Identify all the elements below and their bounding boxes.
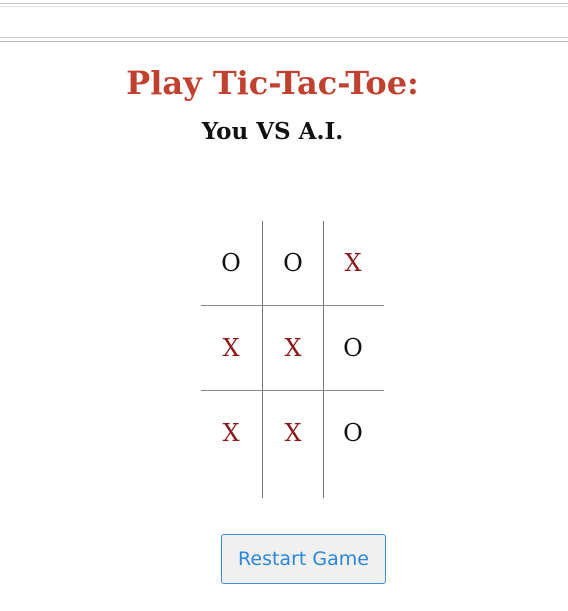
toolbar-divider	[0, 3, 568, 4]
toolbar-divider	[0, 6, 568, 7]
board-cell-8[interactable]: X	[263, 391, 323, 475]
toolbar-divider	[0, 37, 568, 38]
game-board: O O X X X O X X O	[201, 221, 384, 498]
board-cell-6[interactable]: O	[323, 306, 383, 390]
board-cell-2[interactable]: O	[263, 221, 323, 305]
board-cell-1[interactable]: O	[201, 221, 261, 305]
board-cell-3[interactable]: X	[323, 221, 383, 305]
page-title: Play Tic-Tac-Toe:	[126, 64, 419, 102]
grid-line	[201, 390, 384, 391]
restart-game-button[interactable]: Restart Game	[221, 534, 386, 584]
board-cell-9[interactable]: O	[323, 391, 383, 475]
browser-toolbar	[0, 0, 568, 42]
board-cell-4[interactable]: X	[201, 306, 261, 390]
board-cell-5[interactable]: X	[263, 306, 323, 390]
grid-line	[201, 305, 384, 306]
grid-line	[323, 221, 324, 498]
toolbar-divider	[0, 41, 568, 42]
board-cell-7[interactable]: X	[201, 391, 261, 475]
page-subtitle: You VS A.I.	[201, 118, 344, 145]
grid-line	[262, 221, 263, 498]
